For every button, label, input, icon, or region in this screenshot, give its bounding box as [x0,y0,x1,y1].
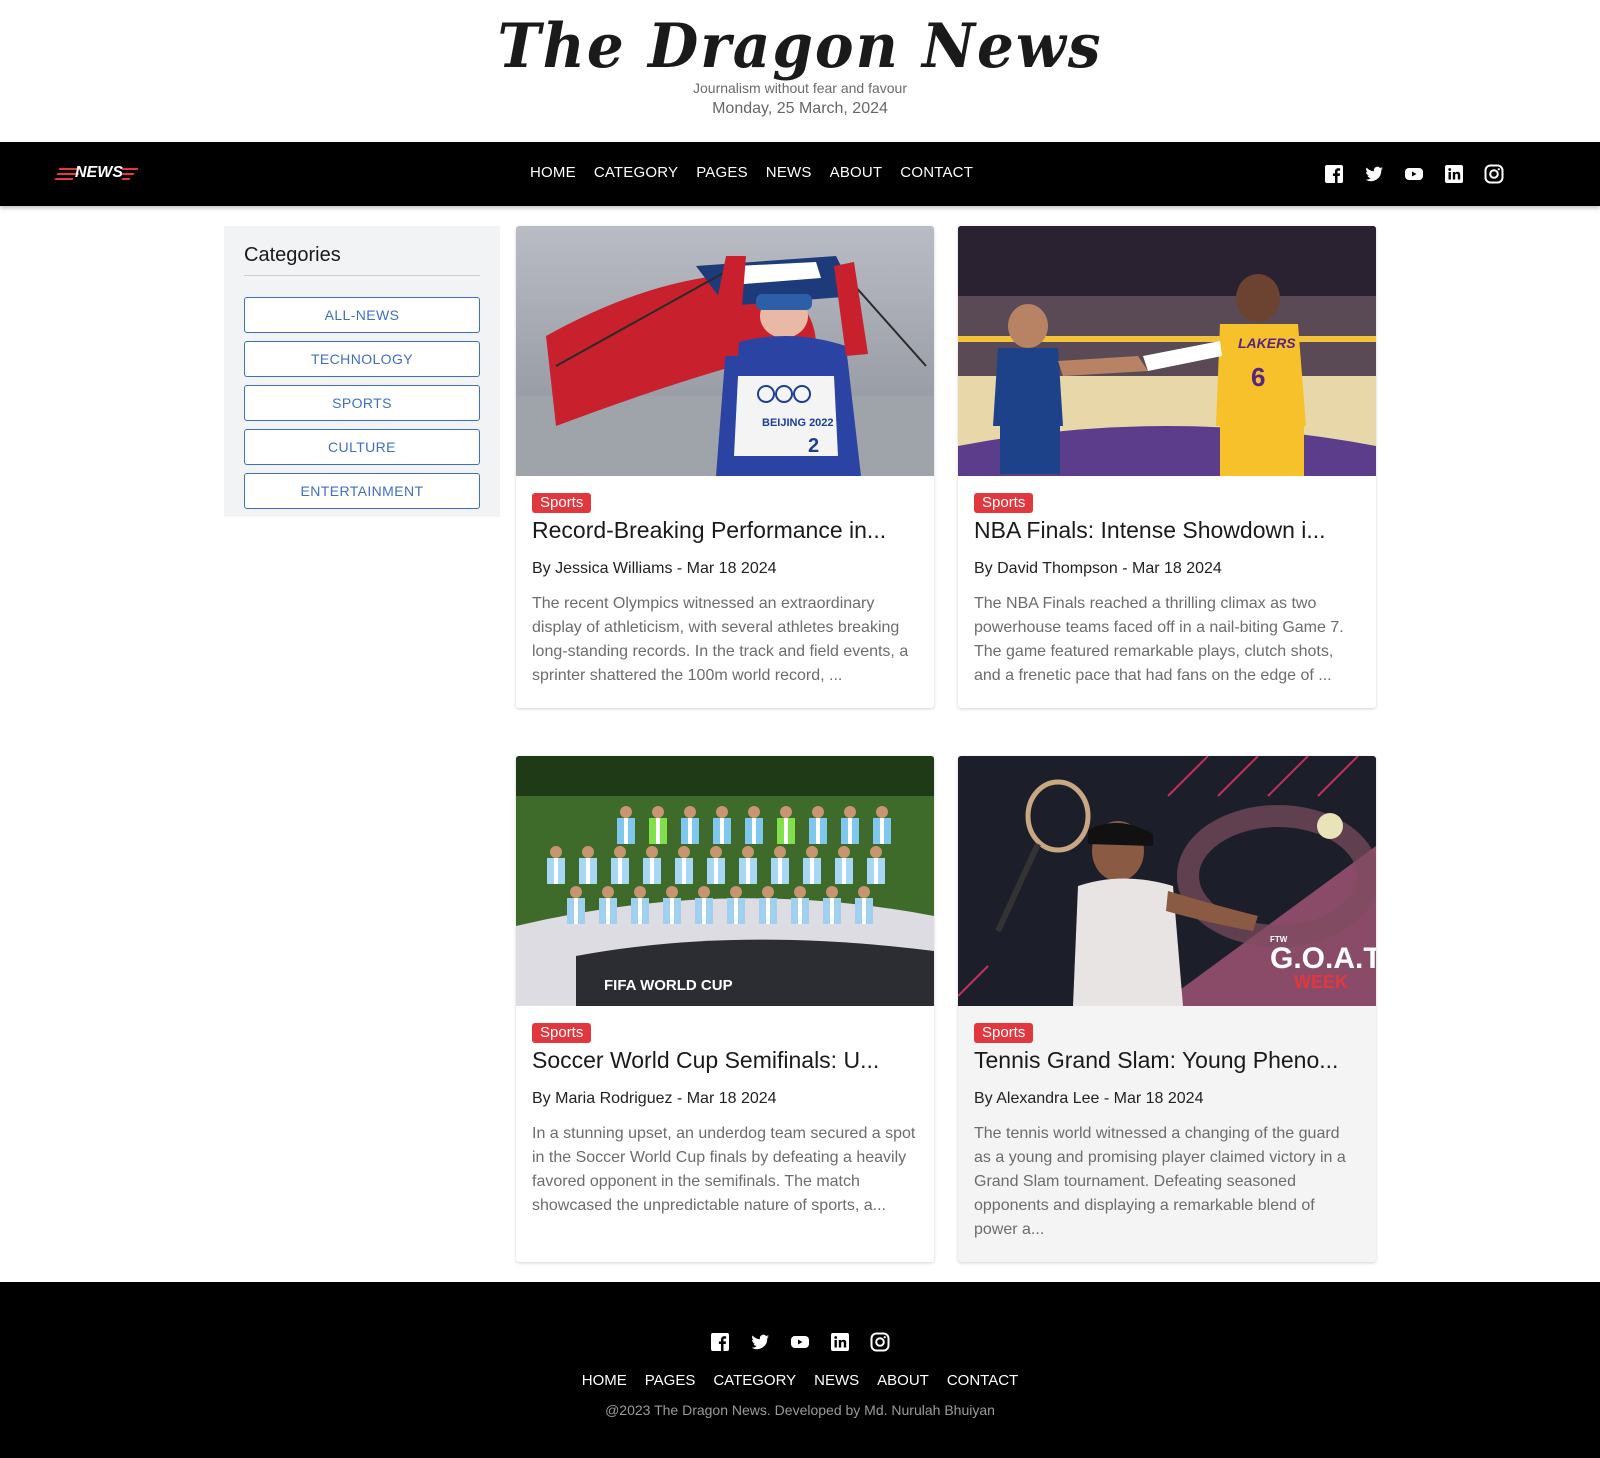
copyright-text: @2023 The Dragon News. Developed by Md. … [605,1402,995,1418]
card-excerpt: The tennis world witnessed a changing of… [974,1125,1346,1238]
nav-link-pages[interactable]: PAGES [696,164,748,181]
category-badge[interactable]: Sports [974,493,1034,513]
news-image-world-cup-celebration[interactable]: FIFA WORLD CUP [516,756,934,1006]
card-byline: By Alexandra Lee - Mar 18 2024 [974,1090,1204,1107]
news-image-olympic-skier[interactable]: BEIJING 2022 2 [516,226,934,476]
category-badge[interactable]: Sports [532,1023,592,1043]
card-excerpt: In a stunning upset, an underdog team se… [532,1125,916,1214]
site-tagline: Journalism without fear and favour [693,80,907,96]
footer-link-contact[interactable]: CONTACT [947,1372,1018,1389]
instagram-icon[interactable] [870,1332,890,1352]
instagram-icon[interactable] [1484,164,1504,184]
nav-link-home[interactable]: HOME [530,164,576,181]
header-social-icons [1324,164,1504,184]
news-card[interactable]: FTW G.O.A.T. WEEK Sports Tennis Grand Sl… [958,756,1376,1262]
news-image-tennis-player[interactable]: FTW G.O.A.T. WEEK [958,756,1376,1006]
nav-link-news[interactable]: NEWS [766,164,812,181]
current-date: Monday, 25 March, 2024 [712,100,888,117]
card-title[interactable]: Record-Breaking Performance in... [532,517,918,544]
news-logo[interactable]: NEWS [54,164,139,184]
svg-text:BEIJING 2022: BEIJING 2022 [762,417,834,429]
linkedin-icon[interactable] [830,1332,850,1352]
card-excerpt: The recent Olympics witnessed an extraor… [532,595,909,684]
nav-link-contact[interactable]: CONTACT [900,164,973,181]
svg-text:G.O.A.T.: G.O.A.T. [1270,942,1376,975]
site-title[interactable]: The Dragon News [0,10,1600,81]
card-byline: By Jessica Williams - Mar 18 2024 [532,560,777,577]
svg-text:2: 2 [808,435,819,457]
site-footer: HOME PAGES CATEGORY NEWS ABOUT CONTACT @… [0,1282,1600,1458]
card-byline: By Maria Rodriguez - Mar 18 2024 [532,1090,777,1107]
footer-link-news[interactable]: NEWS [814,1372,859,1389]
footer-link-about[interactable]: ABOUT [877,1372,929,1389]
footer-link-home[interactable]: HOME [582,1372,627,1389]
news-image-basketball-handshake[interactable]: LAKERS 6 [958,226,1376,476]
youtube-icon[interactable] [1404,164,1424,184]
categories-sidebar: Categories ALL-NEWS TECHNOLOGY SPORTS CU… [224,226,500,517]
category-button-entertainment[interactable]: ENTERTAINMENT [244,473,480,509]
masthead: The Dragon News Journalism without fear … [0,0,1600,142]
news-card[interactable]: FIFA WORLD CUP Sports Soccer World Cup S… [516,756,934,1262]
twitter-icon[interactable] [1364,164,1384,184]
main-navbar: NEWS HOME CATEGORY PAGES NEWS ABOUT CONT… [0,142,1600,206]
footer-social-icons [710,1332,890,1352]
category-list: ALL-NEWS TECHNOLOGY SPORTS CULTURE ENTER… [244,297,480,509]
category-button-technology[interactable]: TECHNOLOGY [244,341,480,377]
category-button-culture[interactable]: CULTURE [244,429,480,465]
footer-link-category[interactable]: CATEGORY [713,1372,796,1389]
category-badge[interactable]: Sports [974,1023,1034,1043]
facebook-icon[interactable] [1324,164,1344,184]
category-button-sports[interactable]: SPORTS [244,385,480,421]
news-card[interactable]: BEIJING 2022 2 Sports Record-Breaking Pe… [516,226,934,708]
svg-text:6: 6 [1251,362,1265,392]
svg-text:WEEK: WEEK [1294,972,1348,992]
category-button-all-news[interactable]: ALL-NEWS [244,297,480,333]
card-excerpt: The NBA Finals reached a thrilling clima… [974,595,1344,684]
card-byline: By David Thompson - Mar 18 2024 [974,560,1222,577]
categories-heading: Categories [244,244,480,276]
news-card[interactable]: LAKERS 6 Sports NBA Finals: Intense Show… [958,226,1376,708]
nav-link-about[interactable]: ABOUT [830,164,883,181]
card-title[interactable]: NBA Finals: Intense Showdown i... [974,517,1360,544]
youtube-icon[interactable] [790,1332,810,1352]
twitter-icon[interactable] [750,1332,770,1352]
facebook-icon[interactable] [710,1332,730,1352]
linkedin-icon[interactable] [1444,164,1464,184]
svg-text:FIFA WORLD CUP: FIFA WORLD CUP [604,977,733,994]
news-logo-text: NEWS [75,164,123,181]
category-badge[interactable]: Sports [532,493,592,513]
nav-links: HOME CATEGORY PAGES NEWS ABOUT CONTACT [530,164,973,181]
card-title[interactable]: Soccer World Cup Semifinals: U... [532,1047,918,1074]
svg-text:LAKERS: LAKERS [1238,335,1296,351]
nav-link-category[interactable]: CATEGORY [594,164,678,181]
card-title[interactable]: Tennis Grand Slam: Young Pheno... [974,1047,1360,1074]
footer-link-pages[interactable]: PAGES [645,1372,696,1389]
footer-nav-links: HOME PAGES CATEGORY NEWS ABOUT CONTACT [0,1372,1600,1389]
